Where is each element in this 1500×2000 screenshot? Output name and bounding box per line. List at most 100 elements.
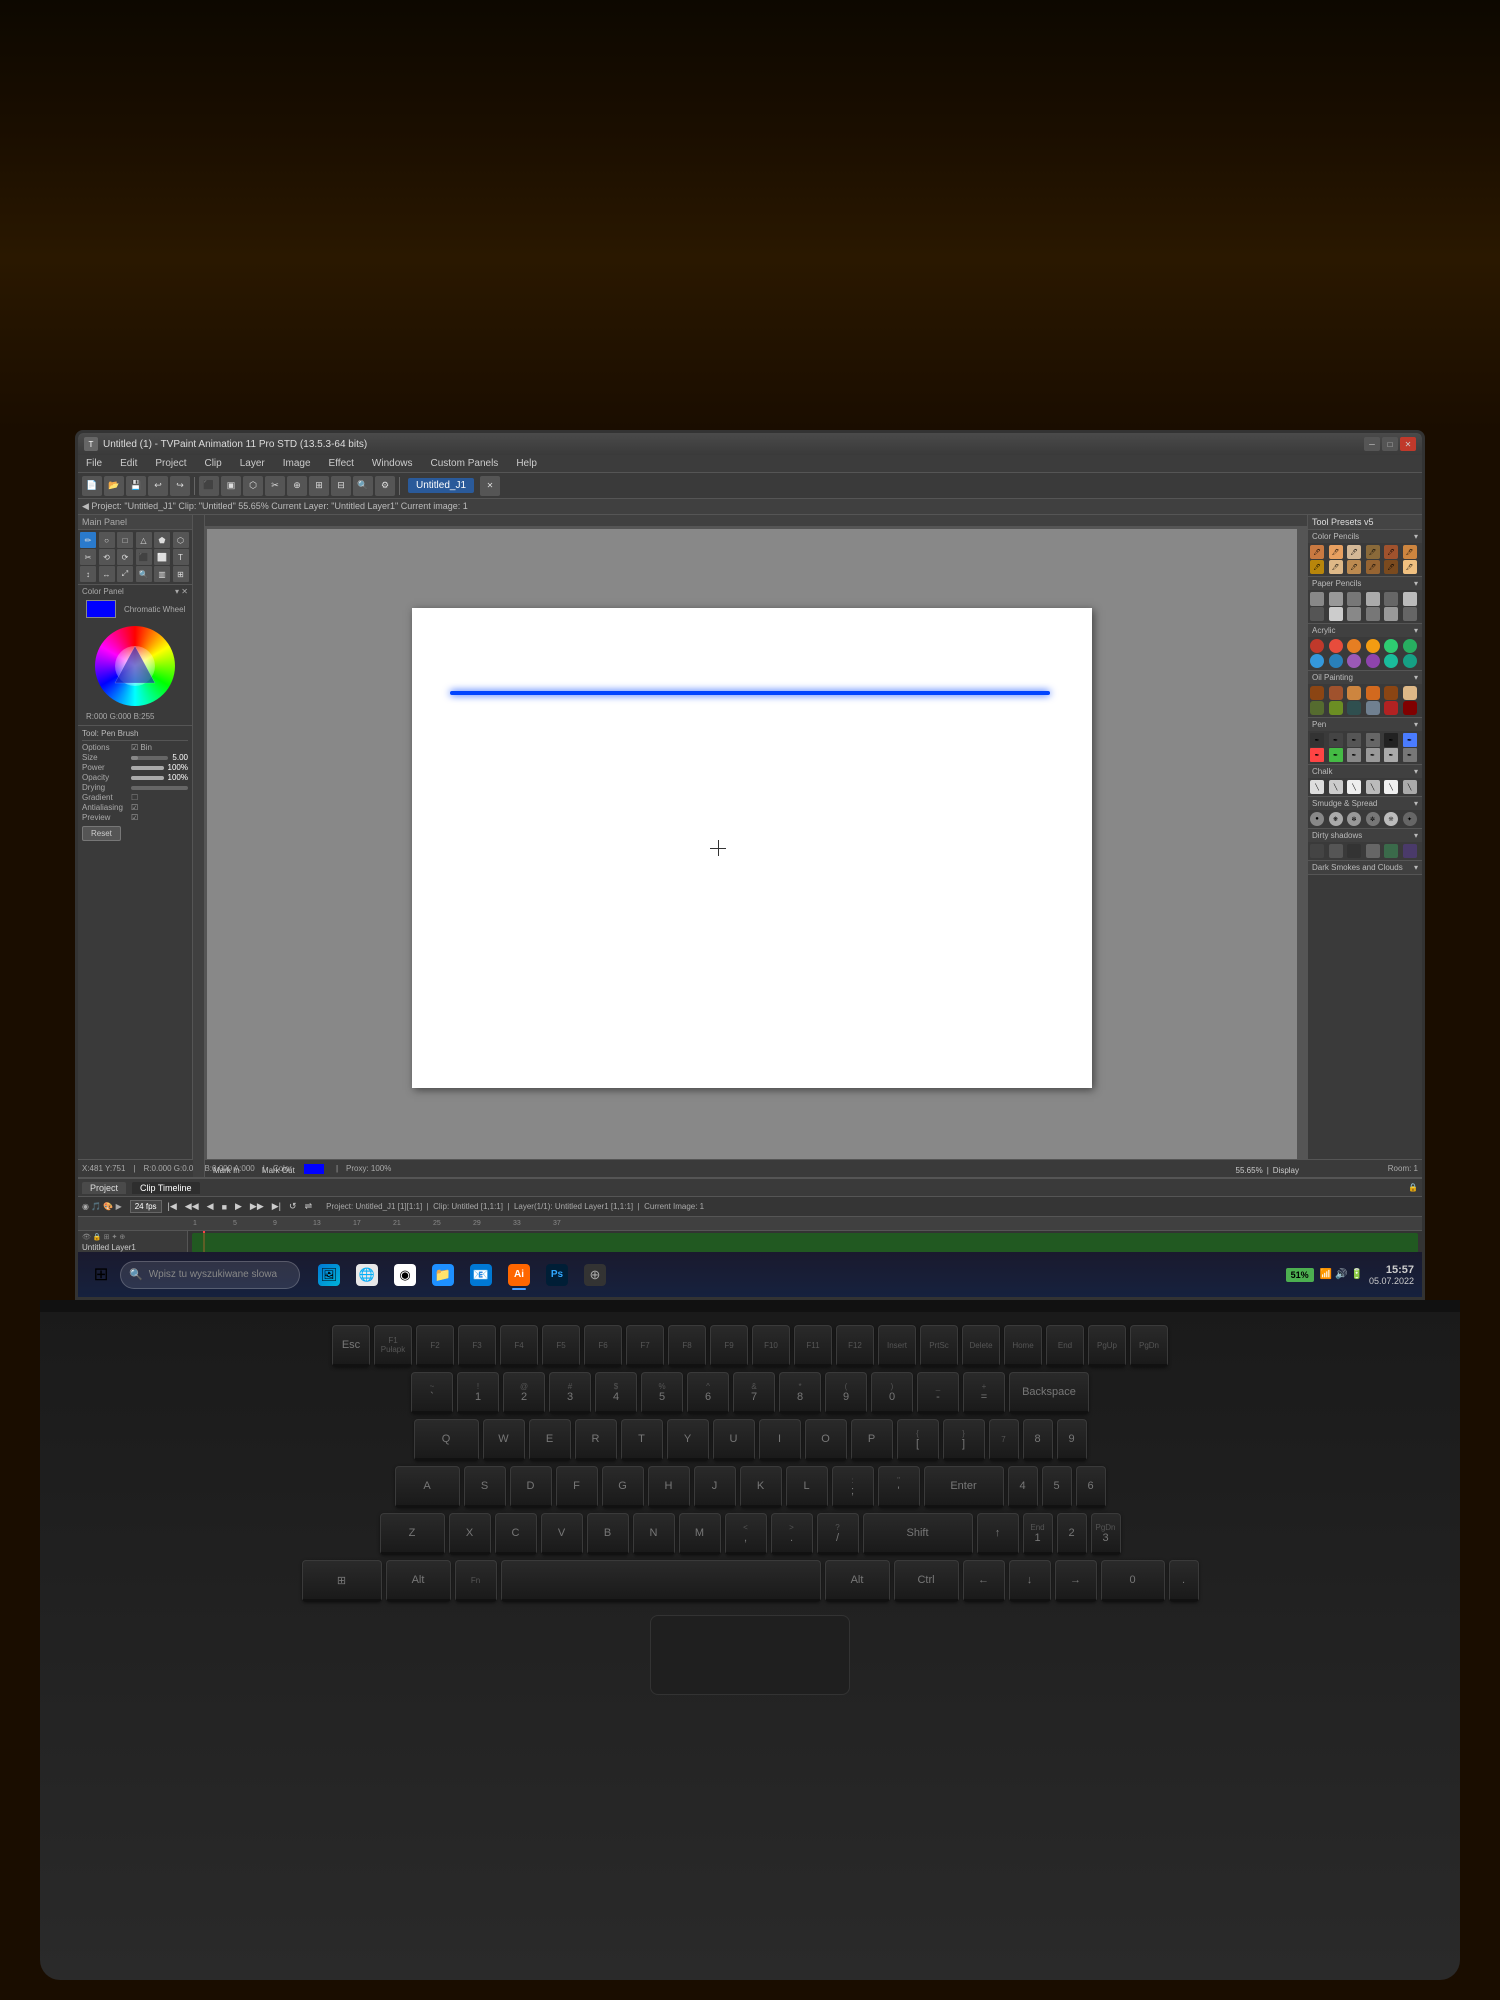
tl-prev-first[interactable]: |◀ [166, 1200, 179, 1213]
preset-icon[interactable] [1403, 701, 1417, 715]
key-d[interactable]: D [510, 1466, 552, 1508]
preset-icon[interactable]: ╲ [1347, 780, 1361, 794]
key-comma[interactable]: <, [725, 1513, 767, 1555]
tool-circle[interactable]: ○ [99, 532, 115, 548]
key-pgdn[interactable]: PgDn [1130, 1325, 1168, 1367]
tool-x[interactable]: ✕ [480, 476, 500, 496]
menu-file[interactable]: File [82, 457, 106, 470]
project-tab[interactable]: Project [82, 1182, 126, 1194]
preset-icon[interactable] [1347, 592, 1361, 606]
key-8[interactable]: *8 [779, 1372, 821, 1414]
preset-icon[interactable]: 🖊 [1403, 545, 1417, 559]
key-home[interactable]: Home [1004, 1325, 1042, 1367]
key-home2[interactable]: 7 [989, 1419, 1019, 1461]
key-esc[interactable]: Esc [332, 1325, 370, 1367]
tool-b2[interactable]: ▣ [221, 476, 241, 496]
tool-fill2[interactable]: ⬛ [136, 549, 152, 565]
preset-icon[interactable]: 🖊 [1366, 545, 1380, 559]
preset-icon[interactable] [1384, 844, 1398, 858]
tool-pip[interactable]: ▥ [154, 566, 170, 582]
preset-icon[interactable]: ❊ [1384, 812, 1398, 826]
search-box[interactable]: 🔍 Wpisz tu wyszukiwane slowa [120, 1261, 300, 1289]
tool-b6[interactable]: ⊞ [309, 476, 329, 496]
key-0n[interactable]: 0 [1101, 1560, 1165, 1602]
key-fn-l[interactable]: Fn [455, 1560, 497, 1602]
preset-icon[interactable] [1384, 701, 1398, 715]
tb-app-other[interactable]: ⊕ [578, 1258, 612, 1292]
tool-b4[interactable]: ✂ [265, 476, 285, 496]
key-win[interactable]: ⊞ [302, 1560, 382, 1602]
preset-icon[interactable]: ✒ [1403, 748, 1417, 762]
key-o[interactable]: O [805, 1419, 847, 1461]
tool-fill[interactable]: ⬟ [154, 532, 170, 548]
tool-text[interactable]: T [173, 549, 189, 565]
tb-app-ps[interactable]: Ps [540, 1258, 574, 1292]
preset-icon[interactable]: ✒ [1403, 733, 1417, 747]
clock-area[interactable]: 15:57 05.07.2022 [1369, 1264, 1414, 1286]
key-quote[interactable]: "' [878, 1466, 920, 1508]
preset-icon[interactable] [1347, 607, 1361, 621]
preset-icon[interactable]: ╲ [1366, 780, 1380, 794]
tool-expand[interactable]: ⤢ [117, 566, 133, 582]
preset-icon[interactable]: ✒ [1329, 748, 1343, 762]
key-f11[interactable]: F11 [794, 1325, 832, 1367]
preset-icon[interactable] [1347, 639, 1361, 653]
track-eye[interactable]: 👁 [82, 1233, 91, 1241]
preset-icon[interactable]: 🖊 [1310, 560, 1324, 574]
tool-erase[interactable]: ⬜ [154, 549, 170, 565]
key-1[interactable]: !1 [457, 1372, 499, 1414]
drawing-canvas[interactable] [412, 608, 1092, 1088]
key-right[interactable]: → [1055, 1560, 1097, 1602]
menu-layer[interactable]: Layer [236, 457, 269, 470]
key-e[interactable]: E [529, 1419, 571, 1461]
tool-save[interactable]: 💾 [126, 476, 146, 496]
tl-loop[interactable]: ↺ [287, 1200, 299, 1213]
key-r[interactable]: R [575, 1419, 617, 1461]
key-alt-l[interactable]: Alt [386, 1560, 451, 1602]
tb-app-explorer[interactable]: 📁 [426, 1258, 460, 1292]
tool-new[interactable]: 📄 [82, 476, 102, 496]
menu-custom-panels[interactable]: Custom Panels [427, 457, 503, 470]
display-btn[interactable]: Display [1273, 1166, 1299, 1175]
preset-icon[interactable] [1310, 844, 1324, 858]
key-equals[interactable]: += [963, 1372, 1005, 1414]
acrylic-header[interactable]: Acrylic ▾ [1308, 624, 1422, 637]
preset-icon[interactable]: ✦ [1403, 812, 1417, 826]
tool-move-v[interactable]: ↕ [80, 566, 96, 582]
close-btn[interactable]: ✕ [1400, 437, 1416, 451]
key-dot-n[interactable]: . [1169, 1560, 1199, 1602]
preset-icon[interactable] [1384, 639, 1398, 653]
tool-pencil[interactable]: ✏ [80, 532, 96, 548]
tool-b8[interactable]: 🔍 [353, 476, 373, 496]
smudge-header[interactable]: Smudge & Spread ▾ [1308, 797, 1422, 810]
key-n[interactable]: N [633, 1513, 675, 1555]
tool-rot-left[interactable]: ⟲ [99, 549, 115, 565]
preset-icon[interactable] [1366, 607, 1380, 621]
key-g[interactable]: G [602, 1466, 644, 1508]
tl-next-last[interactable]: ▶| [270, 1200, 283, 1213]
power-bar[interactable] [131, 766, 164, 770]
preset-icon[interactable]: 🖊 [1310, 545, 1324, 559]
key-f3[interactable]: F3 [458, 1325, 496, 1367]
preset-icon[interactable]: ✒ [1347, 748, 1361, 762]
touchpad[interactable] [650, 1615, 850, 1695]
preset-icon[interactable]: ╲ [1384, 780, 1398, 794]
menu-clip[interactable]: Clip [200, 457, 225, 470]
key-delete[interactable]: Delete [962, 1325, 1000, 1367]
preset-icon[interactable]: ● [1310, 812, 1324, 826]
preset-icon[interactable]: ✒ [1310, 733, 1324, 747]
key-s[interactable]: S [464, 1466, 506, 1508]
key-f1[interactable]: F1Pułapk [374, 1325, 412, 1367]
tl-play-back[interactable]: ◀ [205, 1200, 216, 1213]
start-button[interactable]: ⊞ [86, 1260, 116, 1290]
preset-icon[interactable] [1366, 686, 1380, 700]
preset-icon[interactable]: ✒ [1310, 748, 1324, 762]
key-3[interactable]: #3 [549, 1372, 591, 1414]
preset-icon[interactable] [1329, 592, 1343, 606]
key-end[interactable]: End [1046, 1325, 1084, 1367]
key-prtsc[interactable]: PrtSc [920, 1325, 958, 1367]
preset-icon[interactable] [1347, 686, 1361, 700]
preset-icon[interactable] [1384, 607, 1398, 621]
key-f6[interactable]: F6 [584, 1325, 622, 1367]
preset-icon[interactable] [1329, 654, 1343, 668]
